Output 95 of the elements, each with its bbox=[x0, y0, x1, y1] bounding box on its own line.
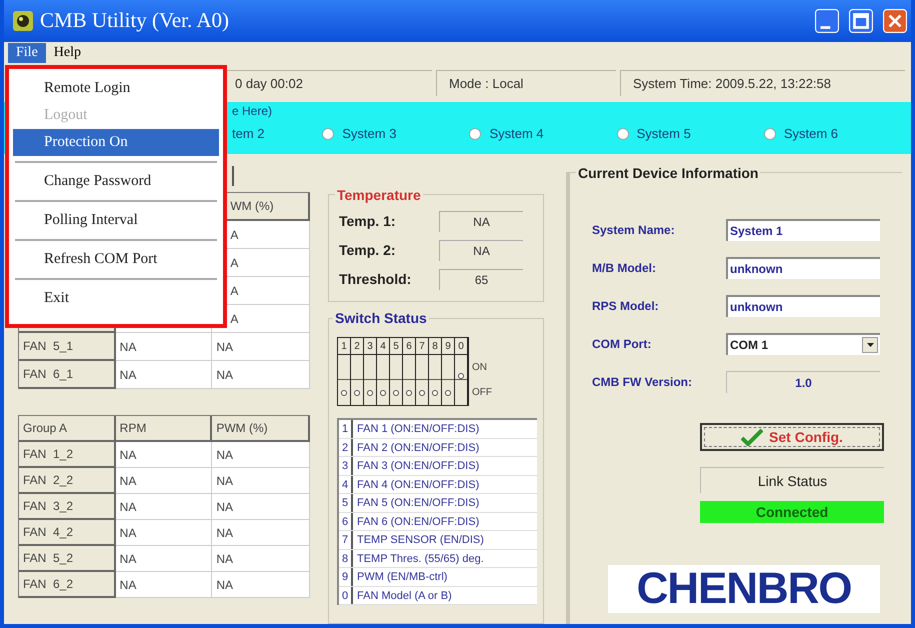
value-field: NA bbox=[439, 211, 523, 232]
row-header: FAN 6_1 bbox=[19, 361, 116, 389]
table-cell: NA bbox=[212, 520, 310, 546]
table-cell: NA bbox=[116, 494, 212, 520]
table-cell: NA bbox=[212, 442, 310, 468]
row-header: FAN 5_1 bbox=[19, 333, 116, 361]
legend-text: FAN 6 (ON:EN/OFF:DIS) bbox=[356, 514, 480, 530]
radio-label: System 5 bbox=[636, 125, 691, 144]
value-field: 1.0 bbox=[726, 371, 880, 393]
com-port-dropdown[interactable]: COM 1 bbox=[726, 333, 880, 355]
group-title: e Here) bbox=[232, 103, 272, 120]
status-field: System Time: 2009.5.22, 13:22:58 bbox=[620, 70, 905, 96]
radio-button[interactable] bbox=[764, 128, 776, 140]
minimize-button[interactable] bbox=[815, 9, 839, 33]
column-header: Group A bbox=[19, 416, 116, 442]
radio-button[interactable] bbox=[322, 128, 334, 140]
status-field: Mode : Local bbox=[436, 70, 616, 96]
field-label: COM Port: bbox=[592, 336, 652, 353]
legend-text: TEMP SENSOR (EN/DIS) bbox=[356, 533, 484, 548]
app-icon bbox=[12, 10, 34, 32]
window-title: CMB Utility (Ver. A0) bbox=[40, 7, 230, 34]
input-field[interactable]: unknown bbox=[726, 295, 880, 317]
menu-item[interactable]: Remote Login bbox=[13, 75, 219, 102]
column-header: RPM bbox=[116, 416, 212, 442]
radio-label: tem 2 bbox=[232, 125, 265, 144]
legend-text: FAN 3 (ON:EN/OFF:DIS) bbox=[356, 459, 480, 474]
field-label: Threshold: bbox=[339, 270, 412, 289]
value-field: NA bbox=[439, 240, 523, 261]
table-cell: NA bbox=[212, 546, 310, 572]
radio-label: System 3 bbox=[342, 125, 396, 144]
table-cell: NA bbox=[116, 520, 212, 546]
menu-item[interactable]: Protection On bbox=[13, 129, 219, 156]
table-cell: NA bbox=[212, 333, 310, 361]
dropdown-value: COM 1 bbox=[730, 337, 768, 354]
row-header: FAN 5_2 bbox=[19, 546, 116, 572]
legend-text: FAN 4 (ON:EN/OFF:DIS) bbox=[356, 478, 480, 492]
row-header: FAN 3_2 bbox=[19, 494, 116, 520]
table-cell: NA bbox=[116, 333, 212, 361]
field-label: CMB FW Version: bbox=[592, 374, 694, 391]
table-cell: NA bbox=[116, 361, 212, 389]
row-header: FAN 6_2 bbox=[19, 572, 116, 598]
switch-number: 5 bbox=[390, 338, 402, 355]
table-cell: NA bbox=[212, 361, 310, 389]
state-label: ON bbox=[472, 361, 488, 375]
legend-text: FAN Model (A or B) bbox=[356, 588, 452, 604]
radio-button[interactable] bbox=[469, 128, 482, 140]
column-header: PWM (%) bbox=[212, 416, 310, 442]
menu-item[interactable]: Change Password bbox=[13, 168, 219, 195]
table-cell: NA bbox=[212, 468, 310, 494]
switch-number: 2 bbox=[351, 338, 363, 355]
state-label: OFF bbox=[472, 386, 492, 400]
table-cell: NA bbox=[116, 572, 212, 598]
checkmark-icon bbox=[741, 428, 764, 446]
table-cell: NA bbox=[212, 572, 310, 598]
table-cell: NA bbox=[116, 468, 212, 494]
maximize-button[interactable] bbox=[849, 9, 873, 33]
row-header: FAN 2_2 bbox=[19, 468, 116, 494]
company-logo: CHENBRO bbox=[608, 565, 880, 613]
field-label: RPS Model: bbox=[592, 298, 660, 315]
table-cell: NA bbox=[116, 546, 212, 572]
set-config-button[interactable]: Set Config. bbox=[700, 423, 884, 451]
radio-button[interactable] bbox=[616, 128, 629, 140]
menu-item[interactable]: File bbox=[8, 43, 46, 63]
caret-icon bbox=[866, 343, 874, 347]
legend-text: FAN 1 (ON:EN/OFF:DIS) bbox=[356, 422, 480, 437]
input-field[interactable]: unknown bbox=[726, 257, 880, 279]
field-label: Temp. 1: bbox=[339, 212, 397, 231]
legend-text: FAN 2 (ON:EN/OFF:DIS) bbox=[356, 440, 480, 456]
menu-item[interactable]: Help bbox=[46, 43, 89, 63]
connection-status: Connected bbox=[700, 501, 884, 523]
switch-number: 0 bbox=[455, 338, 467, 355]
row-header: FAN 4_2 bbox=[19, 520, 116, 546]
field-label: Temp. 2: bbox=[339, 241, 397, 260]
table-cell: NA bbox=[212, 494, 310, 520]
radio-label: System 4 bbox=[489, 125, 544, 144]
legend-text: TEMP Thres. (55/65) deg. bbox=[356, 552, 484, 566]
close-button[interactable] bbox=[883, 9, 907, 33]
table-cell: NA bbox=[116, 442, 212, 468]
switch-number: 6 bbox=[403, 338, 415, 355]
switch-number: 8 bbox=[429, 338, 441, 355]
value-field: 65 bbox=[439, 269, 523, 290]
input-field[interactable]: System 1 bbox=[726, 219, 880, 241]
field-label: M/B Model: bbox=[592, 260, 657, 277]
link-status-label: Link Status bbox=[700, 467, 884, 493]
legend-text: PWM (EN/MB-ctrl) bbox=[356, 570, 448, 585]
field-label: System Name: bbox=[592, 222, 676, 239]
switch-number: 9 bbox=[442, 338, 454, 355]
switch-number: 7 bbox=[416, 338, 428, 355]
radio-label: System 6 bbox=[784, 125, 838, 144]
switch-number: 1 bbox=[338, 338, 350, 355]
switch-number: 3 bbox=[364, 338, 376, 355]
legend-number: 0 bbox=[339, 586, 353, 604]
switch-number: 4 bbox=[377, 338, 389, 355]
legend-text: FAN 5 (ON:EN/OFF:DIS) bbox=[356, 496, 480, 511]
row-header: FAN 1_2 bbox=[19, 442, 116, 468]
